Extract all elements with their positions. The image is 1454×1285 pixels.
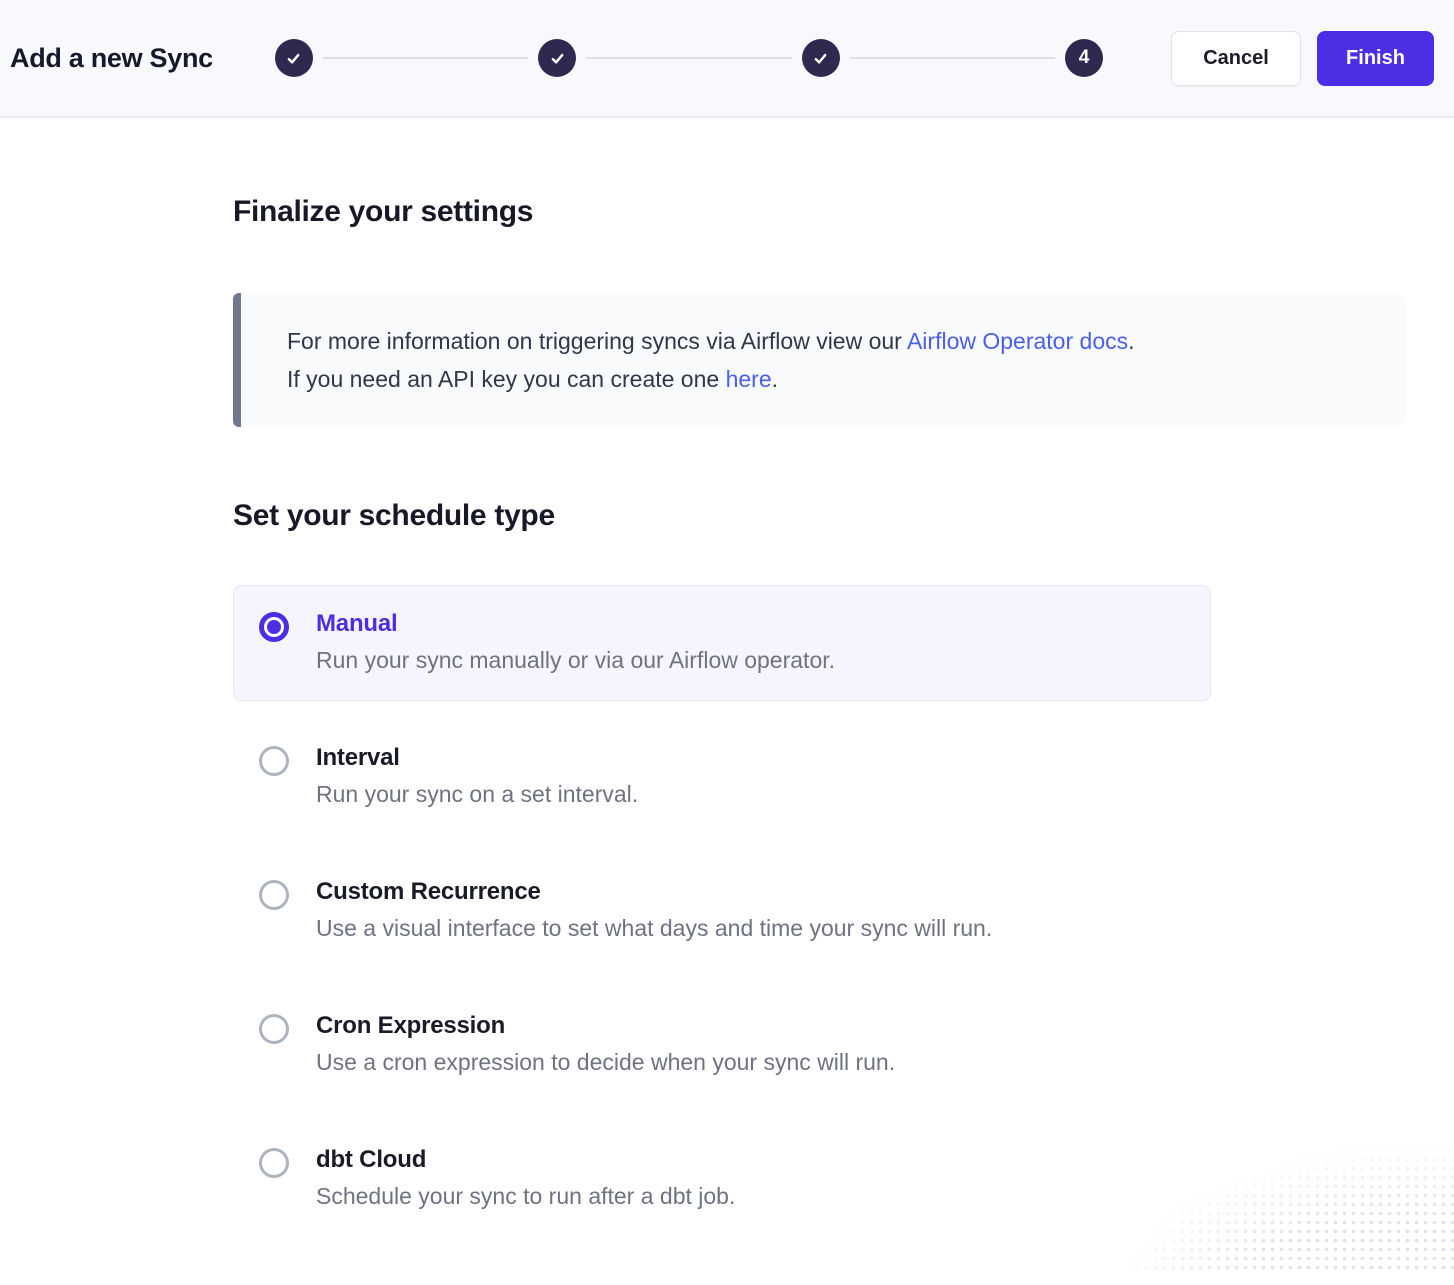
callout-line-2: If you need an API key you can create on… <box>287 360 1365 398</box>
radio-unchecked-icon[interactable] <box>259 880 289 910</box>
callout-text: . <box>1128 328 1134 354</box>
main-content: Finalize your settings For more informat… <box>0 195 1454 1285</box>
finalize-settings-heading: Finalize your settings <box>233 195 1454 229</box>
info-callout: For more information on triggering syncs… <box>233 293 1405 427</box>
callout-text: For more information on triggering syncs… <box>287 328 907 354</box>
option-description: Use a cron expression to decide when you… <box>316 1049 895 1076</box>
finish-button[interactable]: Finish <box>1317 31 1434 86</box>
option-custom-recurrence[interactable]: Custom Recurrence Use a visual interface… <box>233 853 1211 969</box>
option-label: dbt Cloud <box>316 1146 735 1174</box>
check-icon <box>285 50 302 67</box>
step-2-complete[interactable] <box>538 39 576 77</box>
radio-unchecked-icon[interactable] <box>259 1148 289 1178</box>
create-api-key-link[interactable]: here <box>726 366 772 392</box>
wizard-stepper: 4 <box>275 39 1103 77</box>
option-label: Interval <box>316 744 638 772</box>
step-1-complete[interactable] <box>275 39 313 77</box>
callout-text: . <box>772 366 778 392</box>
page-title: Add a new Sync <box>10 43 213 74</box>
option-description: Run your sync manually or via our Airflo… <box>316 647 835 674</box>
option-label: Custom Recurrence <box>316 878 992 906</box>
option-cron-expression[interactable]: Cron Expression Use a cron expression to… <box>233 987 1211 1103</box>
check-icon <box>549 50 566 67</box>
step-connector <box>586 57 791 59</box>
step-connector <box>850 57 1055 59</box>
schedule-type-options: Manual Run your sync manually or via our… <box>233 585 1454 1285</box>
step-4-current[interactable]: 4 <box>1065 39 1103 77</box>
option-description: Run your sync on a set interval. <box>316 781 638 808</box>
option-description: Use a visual interface to set what days … <box>316 915 992 942</box>
option-description: Schedule your sync to run after a dbt jo… <box>316 1183 735 1210</box>
airflow-operator-docs-link[interactable]: Airflow Operator docs <box>907 328 1128 354</box>
callout-text: If you need an API key you can create on… <box>287 366 726 392</box>
radio-unchecked-icon[interactable] <box>259 1014 289 1044</box>
callout-line-1: For more information on triggering syncs… <box>287 322 1365 360</box>
option-interval[interactable]: Interval Run your sync on a set interval… <box>233 719 1211 835</box>
cancel-button[interactable]: Cancel <box>1171 31 1301 86</box>
step-number: 4 <box>1079 47 1090 69</box>
option-dbt-cloud[interactable]: dbt Cloud Schedule your sync to run afte… <box>233 1121 1211 1237</box>
step-3-complete[interactable] <box>802 39 840 77</box>
schedule-type-heading: Set your schedule type <box>233 499 1454 533</box>
step-connector <box>323 57 528 59</box>
option-label: Cron Expression <box>316 1012 895 1040</box>
wizard-header: Add a new Sync 4 Cancel Finish <box>0 0 1454 118</box>
option-manual[interactable]: Manual Run your sync manually or via our… <box>233 585 1211 701</box>
radio-checked-icon[interactable] <box>259 612 289 642</box>
radio-unchecked-icon[interactable] <box>259 746 289 776</box>
option-label: Manual <box>316 610 835 638</box>
check-icon <box>812 50 829 67</box>
